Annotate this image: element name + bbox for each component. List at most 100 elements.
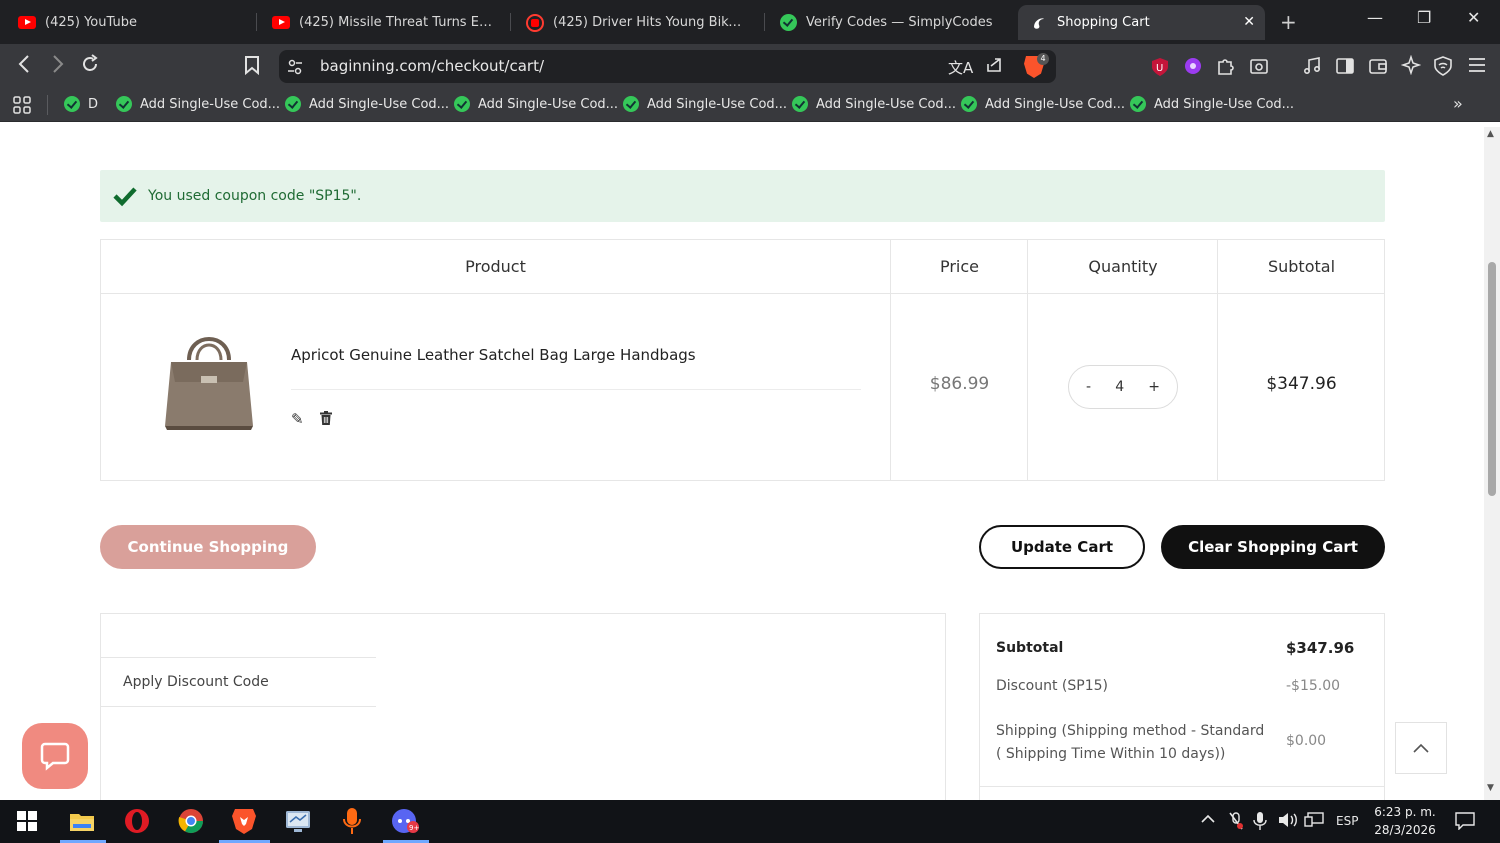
brave-browser-icon[interactable] — [229, 806, 259, 836]
clear-shopping-cart-button[interactable]: Clear Shopping Cart — [1161, 525, 1385, 569]
voice-recorder-icon[interactable] — [337, 806, 367, 836]
summary-subtotal-label: Subtotal — [996, 640, 1064, 656]
control-panel-icon[interactable] — [283, 806, 313, 836]
share-icon[interactable] — [985, 56, 1003, 79]
network-icon[interactable] — [1304, 812, 1324, 832]
screenshot-icon[interactable] — [1249, 56, 1269, 81]
forward-icon[interactable] — [48, 54, 66, 79]
simplycodes-icon — [64, 96, 80, 112]
opera-icon[interactable] — [122, 806, 152, 836]
tab-label: (425) Missile Threat Turns Everythi — [299, 15, 493, 30]
column-header-price: Price — [939, 257, 980, 276]
apply-discount-toggle[interactable]: Apply Discount Code — [123, 674, 269, 690]
apps-grid-icon[interactable] — [12, 95, 32, 120]
discord-icon[interactable]: 9+ — [391, 806, 421, 836]
input-language-indicator[interactable]: ESP — [1336, 814, 1358, 828]
tab-separator — [510, 13, 511, 31]
translate-icon[interactable]: 文A — [948, 57, 973, 78]
bookmark-label: Add Single-Use Cod... — [816, 96, 957, 112]
chevron-up-icon — [1413, 743, 1429, 753]
vpn-shield-icon[interactable] — [1434, 56, 1452, 81]
bookmarks-separator — [47, 95, 48, 115]
summary-discount-value: -$15.00 — [1286, 678, 1341, 694]
coupon-success-alert: You used coupon code "SP15". — [100, 170, 1385, 222]
more-bookmarks-icon[interactable]: » — [1453, 94, 1463, 113]
scroll-up-arrow-icon[interactable]: ▲ — [1487, 129, 1494, 139]
extensions-puzzle-icon[interactable] — [1216, 56, 1236, 81]
ublock-extension-icon[interactable]: U — [1151, 57, 1169, 82]
windows-start-icon[interactable] — [12, 806, 42, 836]
alert-message: You used coupon code "SP15". — [148, 188, 362, 204]
wallet-icon[interactable] — [1368, 56, 1388, 81]
tab-driver-video[interactable]: (425) Driver Hits Young Biker - You — [514, 5, 759, 40]
sidebar-icon[interactable] — [1335, 56, 1355, 81]
qty-increase-button[interactable]: + — [1148, 379, 1160, 395]
live-chat-button[interactable] — [22, 723, 88, 789]
quantity-stepper[interactable]: - 4 + — [1068, 365, 1178, 409]
leo-ai-icon[interactable] — [1400, 54, 1422, 80]
edit-pencil-icon[interactable]: ✎ — [291, 410, 304, 428]
bookmark-label: Add Single-Use Cod... — [478, 96, 619, 112]
volume-icon[interactable] — [1278, 812, 1298, 832]
scroll-down-arrow-icon[interactable]: ▼ — [1487, 783, 1494, 793]
simplycodes-icon — [792, 96, 808, 112]
tab-separator — [256, 13, 257, 31]
bookmark-item[interactable]: Add Single-Use Cod... — [961, 96, 1125, 112]
bookmark-d[interactable]: D — [64, 96, 98, 112]
item-price: $86.99 — [929, 374, 990, 394]
back-to-top-button[interactable] — [1395, 722, 1447, 774]
tab-youtube[interactable]: (425) YouTube — [6, 5, 251, 40]
tab-label: Verify Codes — SimplyCodes — [806, 15, 993, 30]
trash-icon[interactable] — [320, 411, 332, 425]
close-window-icon[interactable]: ✕ — [1467, 8, 1480, 27]
youtube-icon — [272, 16, 290, 29]
microphone-icon[interactable] — [1253, 811, 1267, 835]
qty-decrease-button[interactable]: - — [1086, 379, 1091, 395]
page-scrollbar-thumb[interactable] — [1488, 262, 1496, 496]
restore-icon[interactable]: ❐ — [1417, 8, 1431, 27]
microphone-muted-icon[interactable] — [1228, 811, 1244, 835]
continue-shopping-button[interactable]: Continue Shopping — [100, 525, 316, 569]
item-subtotal: $347.96 — [1266, 374, 1337, 394]
product-name-link[interactable]: Apricot Genuine Leather Satchel Bag Larg… — [291, 346, 696, 364]
shields-count-badge: 4 — [1037, 53, 1049, 65]
menu-hamburger-icon[interactable] — [1467, 55, 1487, 80]
chat-icon — [40, 742, 70, 771]
order-summary: Subtotal $347.96 Discount (SP15) -$15.00… — [979, 613, 1385, 800]
system-clock[interactable]: 6:23 p. m. 28/3/2026 — [1360, 803, 1450, 839]
summary-shipping-value: $0.00 — [1286, 733, 1327, 749]
site-settings-icon[interactable] — [287, 58, 303, 80]
show-hidden-icons-icon[interactable] — [1200, 812, 1216, 828]
back-icon[interactable] — [16, 54, 34, 79]
extension-purple-icon[interactable] — [1184, 57, 1202, 80]
bookmark-item[interactable]: Add Single-Use Cod... — [1130, 96, 1294, 112]
reload-icon[interactable] — [80, 54, 100, 79]
bookmark-item[interactable]: Add Single-Use Cod... — [285, 96, 449, 112]
media-music-icon[interactable] — [1302, 56, 1322, 81]
tab-missile-video[interactable]: (425) Missile Threat Turns Everythi — [260, 5, 505, 40]
cart-table: Product Price Quantity Subtotal Apricot … — [100, 239, 1385, 481]
bookmark-item[interactable]: Add Single-Use Cod... — [116, 96, 280, 112]
chrome-icon[interactable] — [176, 806, 206, 836]
bookmark-item[interactable]: Add Single-Use Cod... — [792, 96, 956, 112]
column-divider — [1027, 240, 1028, 480]
simplycodes-icon — [780, 14, 797, 31]
product-image[interactable] — [159, 326, 259, 432]
column-header-product: Product — [465, 257, 526, 276]
close-tab-icon[interactable]: ✕ — [1243, 14, 1255, 30]
qty-value-input[interactable]: 4 — [1115, 379, 1124, 395]
summary-divider — [980, 786, 1384, 787]
bookmark-label: Add Single-Use Cod... — [140, 96, 281, 112]
bookmark-item[interactable]: Add Single-Use Cod... — [454, 96, 618, 112]
update-cart-button[interactable]: Update Cart — [979, 525, 1145, 569]
bookmark-label: Add Single-Use Cod... — [309, 96, 450, 112]
tab-simplycodes[interactable]: Verify Codes — SimplyCodes — [768, 5, 1013, 40]
notifications-icon[interactable] — [1455, 812, 1475, 834]
bookmark-item[interactable]: Add Single-Use Cod... — [623, 96, 787, 112]
minimize-icon[interactable]: — — [1367, 8, 1383, 27]
bookmark-icon[interactable] — [244, 55, 260, 80]
file-explorer-icon[interactable] — [67, 806, 97, 836]
url-text[interactable]: baginning.com/checkout/cart/ — [320, 57, 544, 75]
new-tab-button[interactable]: + — [1280, 10, 1297, 34]
tab-shopping-cart[interactable]: Shopping Cart ✕ — [1018, 5, 1265, 40]
